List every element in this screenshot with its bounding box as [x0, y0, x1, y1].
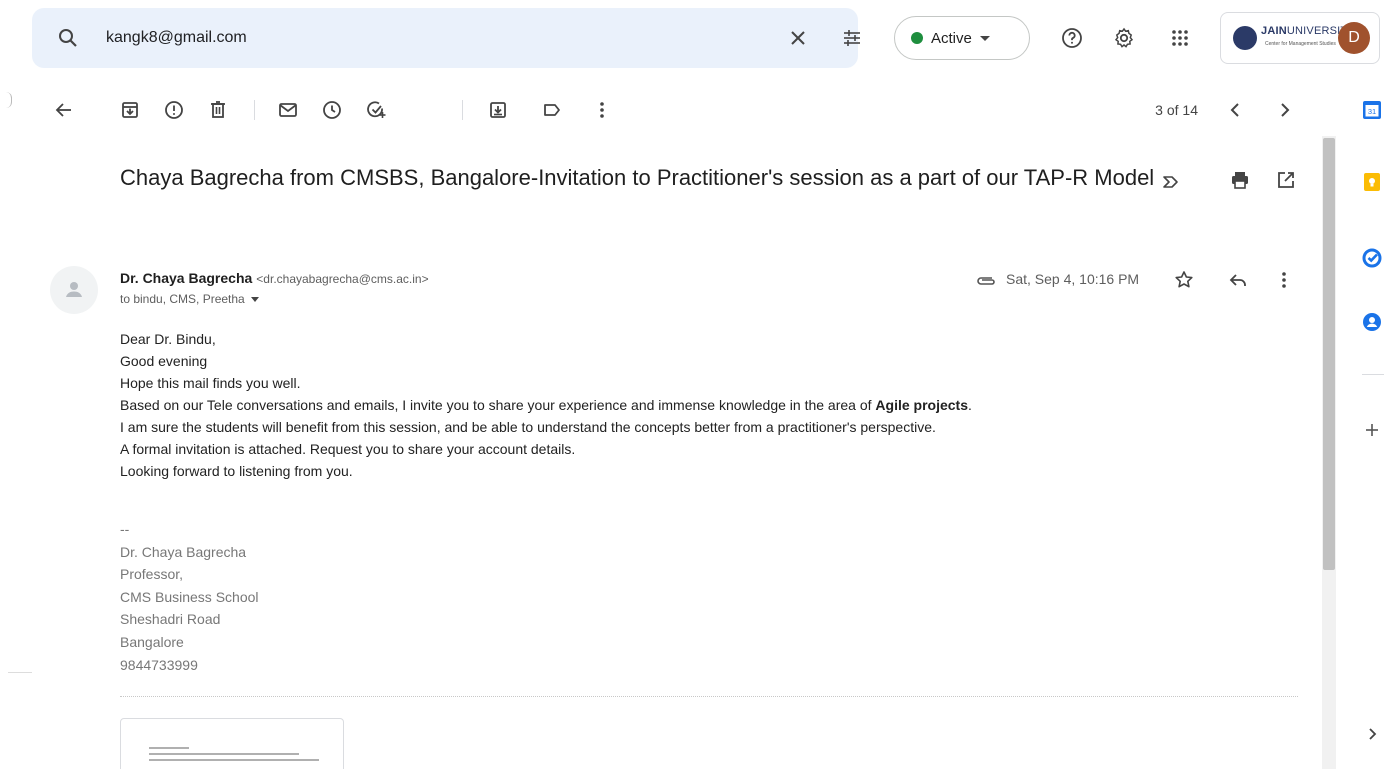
report-spam-icon[interactable]: [162, 98, 186, 122]
search-icon[interactable]: [56, 26, 80, 50]
add-task-icon[interactable]: [364, 98, 388, 122]
email-body: Dear Dr. Bindu, Good evening Hope this m…: [120, 328, 1300, 482]
attachment-paperclip-icon: [974, 272, 998, 290]
older-chevron-right-icon[interactable]: [1272, 98, 1296, 122]
email-subject: Chaya Bagrecha from CMSBS, Bangalore-Inv…: [120, 162, 1210, 194]
body-line: A formal invitation is attached. Request…: [120, 441, 576, 457]
body-greeting: Dear Dr. Bindu,: [120, 331, 216, 347]
clear-search-icon[interactable]: [786, 26, 810, 50]
recipients-toggle[interactable]: to bindu, CMS, Preetha: [120, 292, 259, 306]
settings-gear-icon[interactable]: [1112, 26, 1136, 50]
account-avatar[interactable]: D: [1338, 22, 1370, 54]
chevron-down-icon: [250, 297, 259, 303]
body-line: Good evening: [120, 353, 208, 369]
sender-avatar[interactable]: [50, 266, 98, 314]
move-to-inbox-icon[interactable]: [486, 98, 510, 122]
signature-phone: 9844733999: [120, 656, 198, 673]
signature-title: Professor,: [120, 566, 184, 583]
side-panel-divider: [1362, 374, 1384, 375]
toolbar-divider: [254, 100, 255, 120]
status-label: Active: [931, 29, 972, 47]
body-emphasis: Agile projects: [875, 397, 968, 413]
signature-separator: --: [120, 521, 130, 537]
calendar-icon[interactable]: 31: [1360, 98, 1384, 122]
side-panel: 31: [1350, 76, 1392, 769]
star-icon[interactable]: [1172, 268, 1196, 292]
print-icon[interactable]: [1228, 168, 1252, 192]
svg-text:31: 31: [1368, 107, 1376, 116]
sender-name[interactable]: Dr. Chaya Bagrecha: [120, 270, 252, 286]
sender-info: Dr. Chaya Bagrecha <dr.chayabagrecha@cms.…: [120, 270, 429, 286]
snooze-clock-icon[interactable]: [320, 98, 344, 122]
attachments-divider: [120, 696, 1298, 697]
add-addon-plus-icon[interactable]: [1360, 418, 1384, 442]
top-bar: Active JAINUNIVERSITY Center for Managem…: [0, 0, 1392, 76]
signature-city: Bangalore: [120, 633, 184, 650]
apps-grid-icon[interactable]: [1168, 26, 1192, 50]
back-arrow-icon[interactable]: [52, 98, 76, 122]
archive-icon[interactable]: [118, 98, 142, 122]
delete-icon[interactable]: [206, 98, 230, 122]
search-input[interactable]: [106, 24, 706, 52]
chevron-down-icon: [979, 35, 990, 41]
tasks-icon[interactable]: [1360, 246, 1384, 270]
message-toolbar: 3 of 14: [0, 86, 1320, 134]
newer-chevron-left-icon[interactable]: [1224, 98, 1248, 122]
email-date: Sat, Sep 4, 10:16 PM: [1006, 271, 1140, 287]
help-icon[interactable]: [1060, 26, 1084, 50]
contacts-icon[interactable]: [1360, 310, 1384, 334]
reply-icon[interactable]: [1226, 268, 1250, 292]
open-in-new-window-icon[interactable]: [1274, 168, 1298, 192]
left-edge-divider: [8, 672, 32, 673]
search-box[interactable]: [32, 8, 860, 68]
keep-icon[interactable]: [1360, 170, 1384, 194]
importance-marker-icon[interactable]: [1160, 169, 1182, 189]
signature-org: CMS Business School: [120, 588, 259, 605]
attachment-thumbnail[interactable]: [120, 718, 344, 769]
pager-count: 3 of 14: [1155, 102, 1198, 118]
status-dot: [911, 32, 923, 44]
status-dropdown[interactable]: Active: [894, 16, 1030, 60]
label-icon[interactable]: [540, 98, 564, 122]
more-vert-icon[interactable]: [1272, 268, 1296, 292]
search-options-icon[interactable]: [840, 26, 864, 50]
toolbar-divider: [462, 100, 463, 120]
sender-email: <dr.chayabagrecha@cms.ac.in>: [256, 272, 429, 286]
signature-street: Sheshadri Road: [120, 611, 221, 628]
university-seal-icon: [1233, 26, 1257, 50]
more-vert-icon[interactable]: [590, 98, 614, 122]
expand-side-panel-chevron-icon[interactable]: [1360, 722, 1384, 746]
scrollbar-thumb[interactable]: [1323, 138, 1335, 570]
body-line: I am sure the students will benefit from…: [120, 419, 936, 435]
mark-unread-icon[interactable]: [276, 98, 300, 122]
body-line: Looking forward to listening from you.: [120, 463, 353, 479]
recipients-label: to bindu, CMS, Preetha: [120, 292, 245, 306]
email-signature: -- Dr. Chaya Bagrecha Professor, CMS Bus…: [120, 518, 259, 676]
body-line: Based on our Tele conversations and emai…: [120, 397, 972, 413]
body-line: Hope this mail finds you well.: [120, 375, 301, 391]
signature-name: Dr. Chaya Bagrecha: [120, 543, 247, 560]
logo-subtitle: Center for Management Studies: [1265, 41, 1336, 47]
